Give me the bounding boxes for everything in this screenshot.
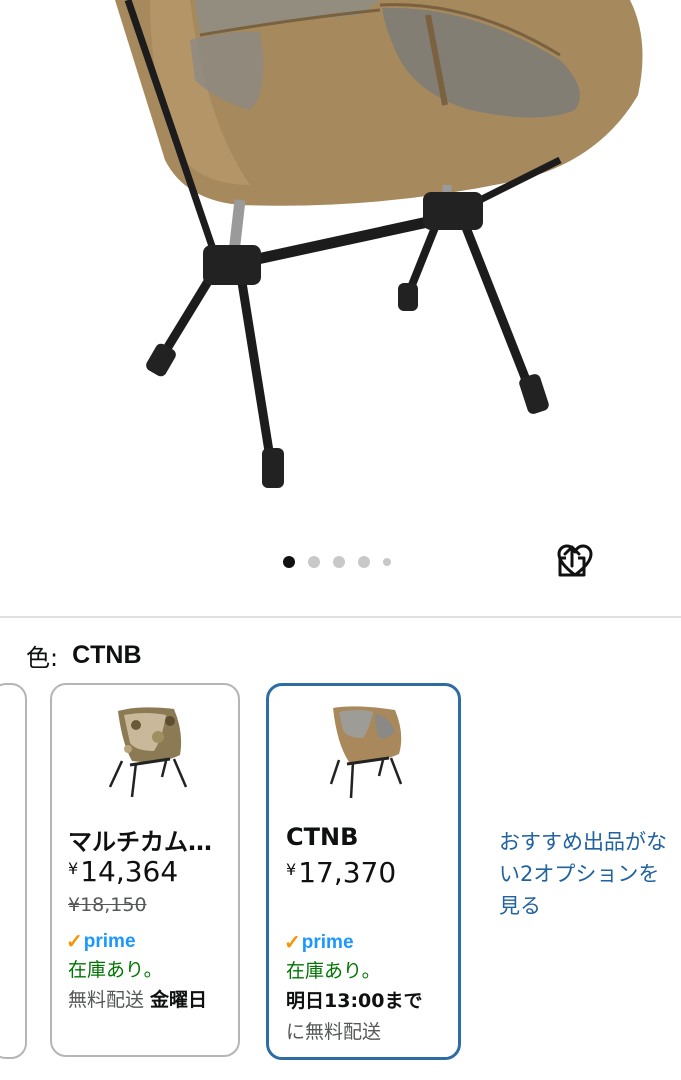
- variation-card-partial[interactable]: [0, 683, 27, 1059]
- variation-name: マルチカム…: [68, 828, 212, 856]
- carousel-dot[interactable]: [383, 558, 391, 566]
- carousel-pagination[interactable]: [283, 556, 391, 568]
- product-thumbnail: [329, 706, 403, 799]
- product-image-carousel[interactable]: [0, 0, 681, 600]
- carousel-dot[interactable]: [358, 556, 370, 568]
- carousel-dot[interactable]: [333, 556, 345, 568]
- see-more-options-link[interactable]: おすすめ出品がない2オプションを見る: [499, 826, 669, 922]
- variation-selected-value: CTNB: [72, 641, 142, 669]
- chair-product-image: [115, 0, 643, 488]
- shipping-info: 無料配送 金曜日: [68, 989, 208, 1011]
- prime-check-icon: ✓: [66, 931, 83, 953]
- share-icon: [558, 545, 586, 577]
- variation-card-multicam[interactable]: マルチカム… ¥14,364 ¥18,150 ✓ prime 在庫あり。 無料配送…: [50, 683, 240, 1057]
- carousel-dot[interactable]: [308, 556, 320, 568]
- stock-status: 在庫あり。: [286, 960, 381, 982]
- carousel-dot[interactable]: [283, 556, 295, 568]
- product-thumbnail: [108, 707, 188, 798]
- prime-check-icon: ✓: [284, 932, 301, 954]
- variation-label: 色:: [26, 644, 59, 672]
- variation-name: CTNB: [286, 823, 359, 851]
- variation-price: ¥14,364: [68, 855, 179, 888]
- variation-card-ctnb[interactable]: CTNB ¥17,370 ✓ prime 在庫あり。 明日13:00まで に無料配送: [266, 683, 461, 1060]
- share-button[interactable]: [558, 544, 659, 580]
- variation-label-row: 色: CTNB: [26, 638, 142, 673]
- prime-badge: ✓ prime: [66, 930, 136, 954]
- variation-list-price: ¥18,150: [68, 894, 147, 916]
- shipping-info: 明日13:00まで に無料配送: [286, 990, 423, 1043]
- section-divider: [0, 616, 681, 618]
- stock-status: 在庫あり。: [68, 959, 163, 981]
- variation-price: ¥17,370: [286, 856, 397, 889]
- prime-badge: ✓ prime: [284, 931, 354, 955]
